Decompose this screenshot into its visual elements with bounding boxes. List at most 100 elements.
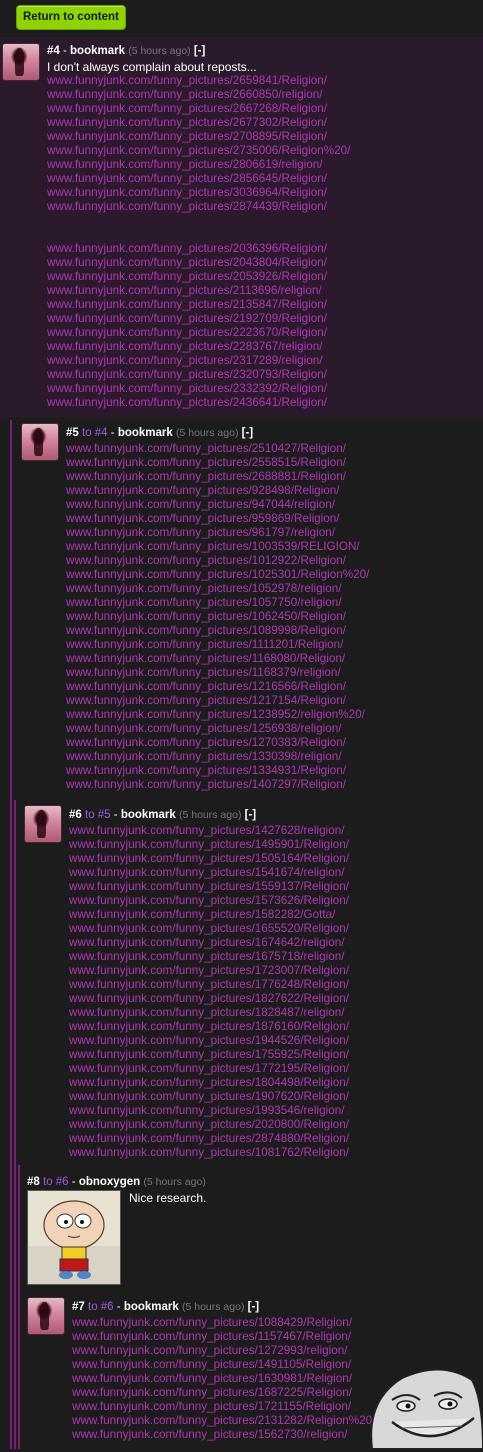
funnyjunk-link[interactable]: www.funnyjunk.com/funny_pictures/1330398… bbox=[66, 750, 369, 764]
funnyjunk-link[interactable]: www.funnyjunk.com/funny_pictures/2874880… bbox=[69, 1132, 349, 1146]
funnyjunk-link[interactable]: www.funnyjunk.com/funny_pictures/1559137… bbox=[69, 880, 349, 894]
funnyjunk-link[interactable]: www.funnyjunk.com/funny_pictures/2660850… bbox=[47, 88, 350, 102]
funnyjunk-link[interactable]: www.funnyjunk.com/funny_pictures/1003539… bbox=[66, 540, 369, 554]
funnyjunk-link[interactable]: www.funnyjunk.com/funny_pictures/1407297… bbox=[66, 778, 369, 792]
funnyjunk-link[interactable]: www.funnyjunk.com/funny_pictures/1089998… bbox=[66, 624, 369, 638]
funnyjunk-link[interactable]: www.funnyjunk.com/funny_pictures/1772195… bbox=[69, 1062, 349, 1076]
funnyjunk-link[interactable]: www.funnyjunk.com/funny_pictures/2558515… bbox=[66, 456, 369, 470]
comment-number[interactable]: #5 bbox=[66, 427, 79, 439]
funnyjunk-link[interactable]: www.funnyjunk.com/funny_pictures/1804498… bbox=[69, 1076, 349, 1090]
funnyjunk-link[interactable]: www.funnyjunk.com/funny_pictures/2688881… bbox=[66, 470, 369, 484]
funnyjunk-link[interactable]: www.funnyjunk.com/funny_pictures/1723007… bbox=[69, 964, 349, 978]
funnyjunk-link[interactable]: www.funnyjunk.com/funny_pictures/1562730… bbox=[72, 1428, 375, 1442]
funnyjunk-link[interactable]: www.funnyjunk.com/funny_pictures/2874439… bbox=[47, 200, 350, 214]
funnyjunk-link[interactable]: www.funnyjunk.com/funny_pictures/2667268… bbox=[47, 102, 350, 116]
collapse-toggle[interactable]: [-] bbox=[248, 1301, 260, 1313]
funnyjunk-link[interactable]: www.funnyjunk.com/funny_pictures/1012922… bbox=[66, 554, 369, 568]
funnyjunk-link[interactable]: www.funnyjunk.com/funny_pictures/1168379… bbox=[66, 666, 369, 680]
funnyjunk-link[interactable]: www.funnyjunk.com/funny_pictures/1111201… bbox=[66, 638, 369, 652]
funnyjunk-link[interactable]: www.funnyjunk.com/funny_pictures/1052978… bbox=[66, 582, 369, 596]
funnyjunk-link[interactable]: www.funnyjunk.com/funny_pictures/1993546… bbox=[69, 1104, 349, 1118]
funnyjunk-link[interactable]: www.funnyjunk.com/funny_pictures/1088429… bbox=[72, 1316, 375, 1330]
return-to-content-button[interactable]: Return to content bbox=[16, 5, 126, 30]
funnyjunk-link[interactable]: www.funnyjunk.com/funny_pictures/2677302… bbox=[47, 116, 350, 130]
funnyjunk-link[interactable]: www.funnyjunk.com/funny_pictures/2659841… bbox=[47, 74, 350, 88]
funnyjunk-link[interactable]: www.funnyjunk.com/funny_pictures/1216566… bbox=[66, 680, 369, 694]
avatar[interactable] bbox=[27, 1297, 65, 1335]
comment-number[interactable]: #6 bbox=[69, 809, 82, 821]
funnyjunk-link[interactable]: www.funnyjunk.com/funny_pictures/2436641… bbox=[47, 396, 327, 410]
username[interactable]: bookmark bbox=[118, 427, 173, 439]
funnyjunk-link[interactable]: www.funnyjunk.com/funny_pictures/2332392… bbox=[47, 382, 327, 396]
funnyjunk-link[interactable]: www.funnyjunk.com/funny_pictures/2020800… bbox=[69, 1118, 349, 1132]
funnyjunk-link[interactable]: www.funnyjunk.com/funny_pictures/1157467… bbox=[72, 1330, 375, 1344]
funnyjunk-link[interactable]: www.funnyjunk.com/funny_pictures/947044/… bbox=[66, 498, 369, 512]
funnyjunk-link[interactable]: www.funnyjunk.com/funny_pictures/1755925… bbox=[69, 1048, 349, 1062]
funnyjunk-link[interactable]: www.funnyjunk.com/funny_pictures/1582282… bbox=[69, 908, 349, 922]
parent-link[interactable]: to #4 bbox=[82, 427, 108, 439]
funnyjunk-link[interactable]: www.funnyjunk.com/funny_pictures/2510427… bbox=[66, 442, 369, 456]
username[interactable]: bookmark bbox=[70, 45, 125, 57]
parent-link[interactable]: to #5 bbox=[85, 809, 111, 821]
funnyjunk-link[interactable]: www.funnyjunk.com/funny_pictures/1270383… bbox=[66, 736, 369, 750]
funnyjunk-link[interactable]: www.funnyjunk.com/funny_pictures/1630981… bbox=[72, 1372, 375, 1386]
funnyjunk-link[interactable]: www.funnyjunk.com/funny_pictures/1081762… bbox=[69, 1146, 349, 1160]
funnyjunk-link[interactable]: www.funnyjunk.com/funny_pictures/2043804… bbox=[47, 256, 327, 270]
funnyjunk-link[interactable]: www.funnyjunk.com/funny_pictures/1272993… bbox=[72, 1344, 375, 1358]
parent-link[interactable]: to #6 bbox=[43, 1176, 69, 1188]
funnyjunk-link[interactable]: www.funnyjunk.com/funny_pictures/1655520… bbox=[69, 922, 349, 936]
funnyjunk-link[interactable]: www.funnyjunk.com/funny_pictures/1573626… bbox=[69, 894, 349, 908]
funnyjunk-link[interactable]: www.funnyjunk.com/funny_pictures/2856645… bbox=[47, 172, 350, 186]
funnyjunk-link[interactable]: www.funnyjunk.com/funny_pictures/1168080… bbox=[66, 652, 369, 666]
funnyjunk-link[interactable]: www.funnyjunk.com/funny_pictures/3036964… bbox=[47, 186, 350, 200]
funnyjunk-link[interactable]: www.funnyjunk.com/funny_pictures/1876160… bbox=[69, 1020, 349, 1034]
funnyjunk-link[interactable]: www.funnyjunk.com/funny_pictures/2317289… bbox=[47, 354, 327, 368]
funnyjunk-link[interactable]: www.funnyjunk.com/funny_pictures/2735006… bbox=[47, 144, 350, 158]
funnyjunk-link[interactable]: www.funnyjunk.com/funny_pictures/2708895… bbox=[47, 130, 350, 144]
avatar[interactable] bbox=[2, 43, 40, 81]
funnyjunk-link[interactable]: www.funnyjunk.com/funny_pictures/1495901… bbox=[69, 838, 349, 852]
avatar[interactable] bbox=[24, 805, 62, 843]
funnyjunk-link[interactable]: www.funnyjunk.com/funny_pictures/2113696… bbox=[47, 284, 327, 298]
funnyjunk-link[interactable]: www.funnyjunk.com/funny_pictures/1238952… bbox=[66, 708, 369, 722]
parent-link[interactable]: to #6 bbox=[88, 1301, 114, 1313]
avatar[interactable] bbox=[21, 423, 59, 461]
funnyjunk-link[interactable]: www.funnyjunk.com/funny_pictures/1334931… bbox=[66, 764, 369, 778]
funnyjunk-link[interactable]: www.funnyjunk.com/funny_pictures/2036396… bbox=[47, 242, 327, 256]
funnyjunk-link[interactable]: www.funnyjunk.com/funny_pictures/961797/… bbox=[66, 526, 369, 540]
comment-number[interactable]: #7 bbox=[72, 1301, 85, 1313]
funnyjunk-link[interactable]: www.funnyjunk.com/funny_pictures/959869/… bbox=[66, 512, 369, 526]
funnyjunk-link[interactable]: www.funnyjunk.com/funny_pictures/1217154… bbox=[66, 694, 369, 708]
funnyjunk-link[interactable]: www.funnyjunk.com/funny_pictures/1944526… bbox=[69, 1034, 349, 1048]
funnyjunk-link[interactable]: www.funnyjunk.com/funny_pictures/1427628… bbox=[69, 824, 349, 838]
collapse-toggle[interactable]: [-] bbox=[242, 427, 254, 439]
funnyjunk-link[interactable]: www.funnyjunk.com/funny_pictures/2806619… bbox=[47, 158, 350, 172]
funnyjunk-link[interactable]: www.funnyjunk.com/funny_pictures/1256938… bbox=[66, 722, 369, 736]
funnyjunk-link[interactable]: www.funnyjunk.com/funny_pictures/1828487… bbox=[69, 1006, 349, 1020]
funnyjunk-link[interactable]: www.funnyjunk.com/funny_pictures/1674642… bbox=[69, 936, 349, 950]
avatar-stewie-image[interactable] bbox=[27, 1190, 121, 1285]
username[interactable]: bookmark bbox=[124, 1301, 179, 1313]
funnyjunk-link[interactable]: www.funnyjunk.com/funny_pictures/1687225… bbox=[72, 1386, 375, 1400]
funnyjunk-link[interactable]: www.funnyjunk.com/funny_pictures/2192709… bbox=[47, 312, 327, 326]
funnyjunk-link[interactable]: www.funnyjunk.com/funny_pictures/1541674… bbox=[69, 866, 349, 880]
funnyjunk-link[interactable]: www.funnyjunk.com/funny_pictures/1505164… bbox=[69, 852, 349, 866]
funnyjunk-link[interactable]: www.funnyjunk.com/funny_pictures/2283767… bbox=[47, 340, 327, 354]
collapse-toggle[interactable]: [-] bbox=[245, 809, 257, 821]
collapse-toggle[interactable]: [-] bbox=[194, 45, 206, 57]
funnyjunk-link[interactable]: www.funnyjunk.com/funny_pictures/1827622… bbox=[69, 992, 349, 1006]
funnyjunk-link[interactable]: www.funnyjunk.com/funny_pictures/2131282… bbox=[72, 1414, 375, 1428]
funnyjunk-link[interactable]: www.funnyjunk.com/funny_pictures/2053926… bbox=[47, 270, 327, 284]
funnyjunk-link[interactable]: www.funnyjunk.com/funny_pictures/1907620… bbox=[69, 1090, 349, 1104]
funnyjunk-link[interactable]: www.funnyjunk.com/funny_pictures/1057750… bbox=[66, 596, 369, 610]
funnyjunk-link[interactable]: www.funnyjunk.com/funny_pictures/1721155… bbox=[72, 1400, 375, 1414]
comment-number[interactable]: #4 bbox=[47, 45, 60, 57]
comment-number[interactable]: #8 bbox=[27, 1176, 40, 1188]
username[interactable]: bookmark bbox=[121, 809, 176, 821]
funnyjunk-link[interactable]: www.funnyjunk.com/funny_pictures/2320793… bbox=[47, 368, 327, 382]
funnyjunk-link[interactable]: www.funnyjunk.com/funny_pictures/1675718… bbox=[69, 950, 349, 964]
funnyjunk-link[interactable]: www.funnyjunk.com/funny_pictures/2223670… bbox=[47, 326, 327, 340]
funnyjunk-link[interactable]: www.funnyjunk.com/funny_pictures/1062450… bbox=[66, 610, 369, 624]
funnyjunk-link[interactable]: www.funnyjunk.com/funny_pictures/2135847… bbox=[47, 298, 327, 312]
username[interactable]: obnoxygen bbox=[79, 1176, 140, 1188]
